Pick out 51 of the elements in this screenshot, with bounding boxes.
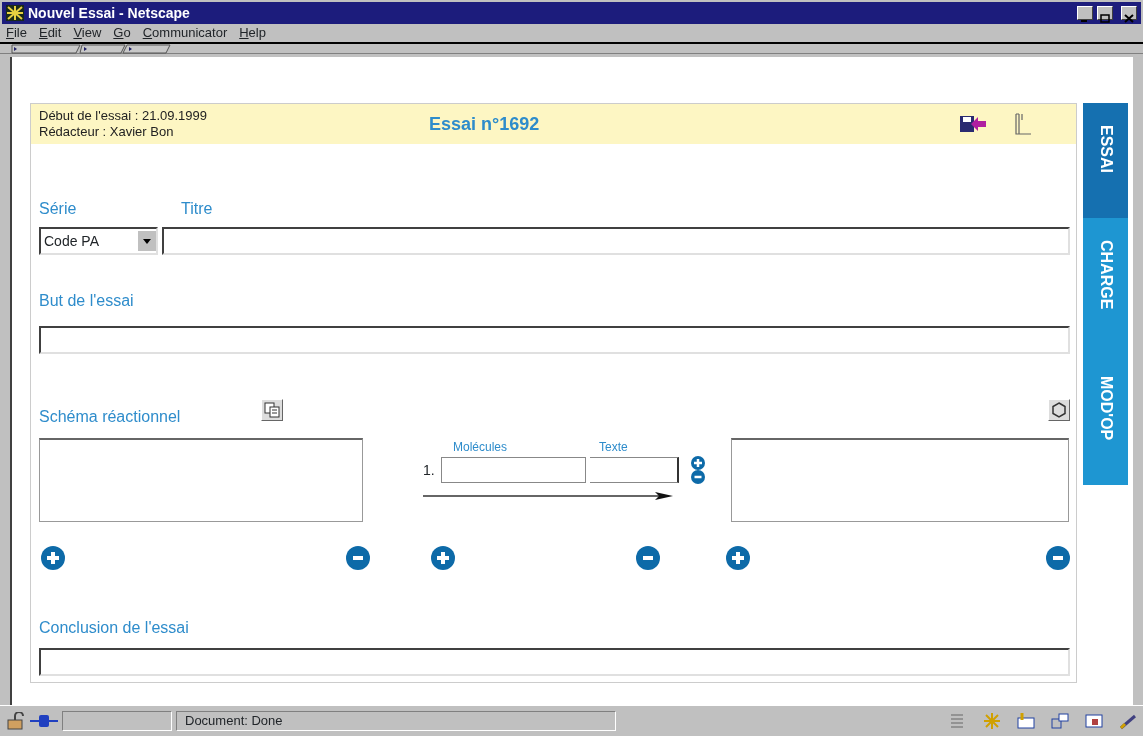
remove-icon[interactable] — [636, 546, 660, 570]
column-header: Molécules — [453, 439, 509, 456]
remove-icon[interactable] — [346, 546, 370, 570]
series-label: Série — [39, 199, 78, 219]
goal-label: But de l'essai — [39, 291, 135, 311]
menu-item[interactable]: Edit — [38, 23, 62, 43]
card-icon[interactable] — [1085, 712, 1103, 730]
title-label: Titre — [181, 199, 213, 219]
column-header: Texte — [599, 439, 628, 456]
add-icon[interactable] — [431, 546, 455, 570]
scheme-label: Schéma réactionnel — [39, 407, 182, 427]
products-box[interactable] — [731, 438, 1069, 522]
maximize-icon — [1100, 13, 1110, 23]
start-date: Début de l'essai : 21.09.1999 — [39, 107, 208, 124]
add-icon[interactable] — [726, 546, 750, 570]
molecules-field[interactable] — [441, 457, 586, 483]
copy-icon[interactable] — [261, 399, 283, 421]
side-tab[interactable]: ESSAI — [1083, 103, 1128, 218]
status-text: Document: Done — [176, 711, 617, 731]
add-icon[interactable] — [41, 546, 65, 570]
author: Rédacteur : Xavier Bon — [39, 124, 175, 141]
row-number: 1. — [423, 460, 436, 480]
conclusion-label: Conclusion de l'essai — [39, 618, 190, 638]
menu-item[interactable]: View — [73, 23, 102, 43]
reactants-box[interactable] — [39, 438, 363, 522]
add-row-icon[interactable] — [691, 456, 705, 470]
title-field[interactable] — [161, 227, 1070, 255]
series-dropdown[interactable]: Code PA — [39, 227, 158, 255]
conclusion-field[interactable] — [39, 648, 1070, 676]
remove-row-icon[interactable] — [691, 470, 705, 484]
star-icon[interactable] — [983, 712, 1001, 730]
goal-field[interactable] — [39, 326, 1070, 354]
mail-icon[interactable] — [1017, 712, 1035, 730]
menu-item[interactable]: Help — [239, 23, 266, 43]
menu-item[interactable]: Go — [113, 23, 131, 43]
menu-item[interactable]: Communicator — [142, 23, 228, 43]
connection-icon — [30, 712, 58, 730]
app-logo-icon — [6, 5, 24, 21]
close-button[interactable] — [1121, 6, 1137, 20]
maximize-button[interactable] — [1097, 6, 1113, 20]
window-title: Nouvel Essai - Netscape — [28, 3, 191, 23]
minimize-button[interactable] — [1077, 6, 1093, 20]
menu-item[interactable]: File — [6, 23, 27, 43]
close-icon — [1124, 13, 1134, 23]
text-field[interactable] — [590, 457, 679, 483]
lock-icon[interactable] — [6, 712, 26, 730]
pen-icon[interactable] — [1119, 712, 1137, 730]
remove-icon[interactable] — [1046, 546, 1070, 570]
chat-icon[interactable] — [1051, 712, 1069, 730]
save-arrow-icon[interactable] — [959, 114, 987, 134]
test-title: Essai n°1692 — [429, 112, 541, 136]
